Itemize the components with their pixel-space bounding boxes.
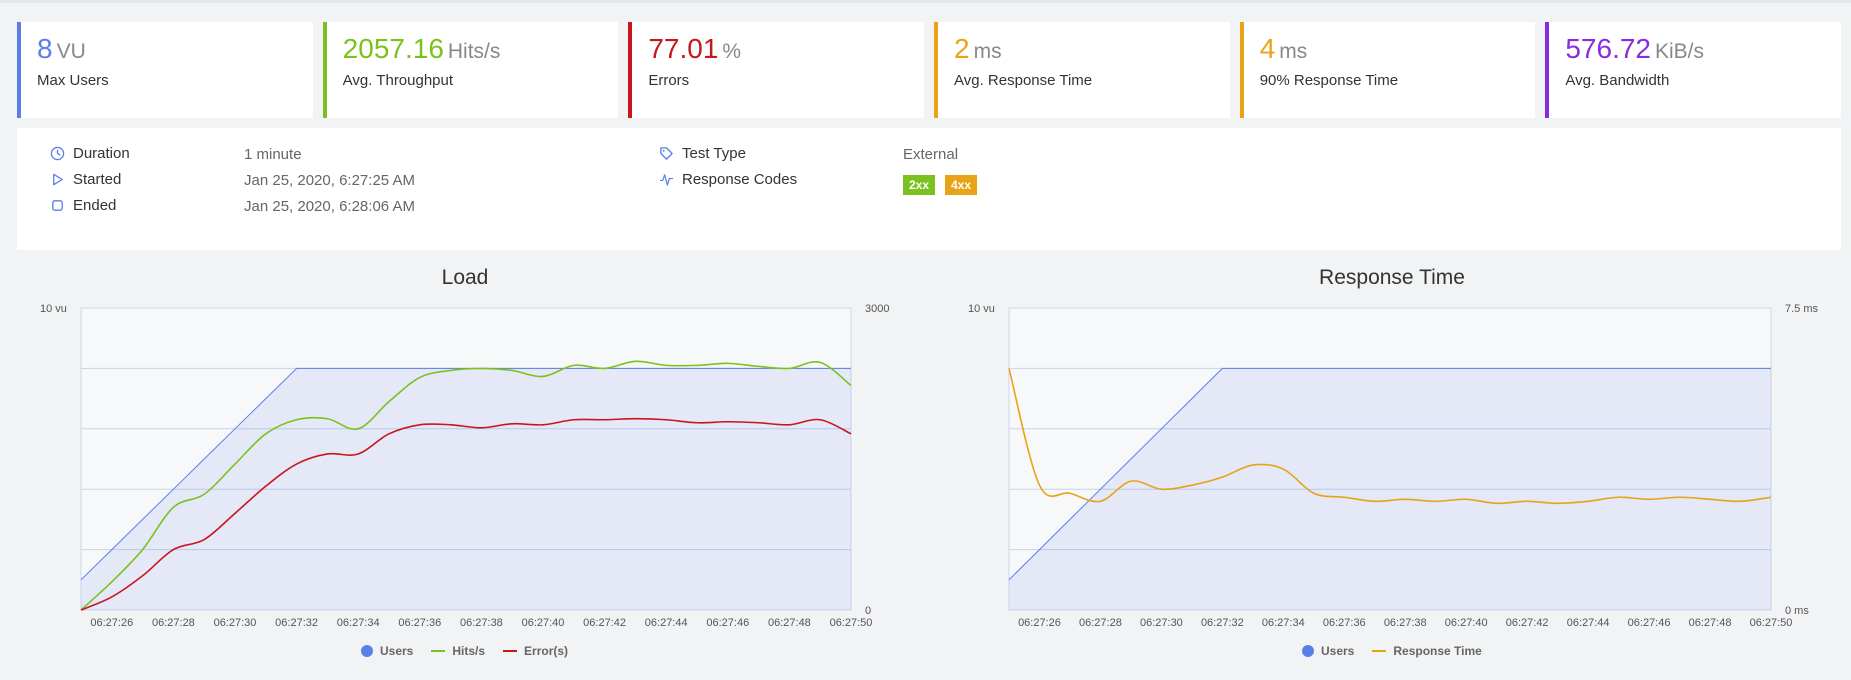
legend-swatch bbox=[503, 650, 518, 652]
y-right-max-label: 7.5 ms bbox=[1785, 303, 1819, 315]
x-tick-label: 06:27:36 bbox=[398, 617, 441, 629]
x-tick-label: 06:27:34 bbox=[337, 617, 380, 629]
x-tick-label: 06:27:30 bbox=[214, 617, 257, 629]
y-right-max-label: 3000 bbox=[865, 303, 889, 315]
x-tick-label: 06:27:42 bbox=[1506, 617, 1549, 629]
x-tick-label: 06:27:44 bbox=[1567, 617, 1610, 629]
legend-item-errors[interactable]: Error(s) bbox=[503, 644, 568, 658]
legend-label: Users bbox=[1321, 644, 1355, 658]
x-tick-label: 06:27:26 bbox=[90, 617, 133, 629]
x-tick-label: 06:27:42 bbox=[583, 617, 626, 629]
legend-label: Error(s) bbox=[524, 644, 569, 658]
x-tick-label: 06:27:28 bbox=[1079, 617, 1122, 629]
response-time-chart: 10 vu 7.5 ms 0 ms 06:27:26 06:27:28 06:27:30 0… bbox=[968, 303, 1819, 629]
legend-item-hits[interactable]: Hits/s bbox=[431, 644, 485, 658]
x-tick-label: 06:27:36 bbox=[1323, 617, 1366, 629]
legend-item-users[interactable]: Users bbox=[361, 644, 413, 658]
x-tick-label: 06:27:48 bbox=[768, 617, 811, 629]
legend-swatch bbox=[361, 645, 373, 657]
legend-label: Response Time bbox=[1393, 644, 1482, 658]
x-tick-label: 06:27:32 bbox=[1201, 617, 1244, 629]
x-tick-label: 06:27:26 bbox=[1018, 617, 1061, 629]
x-tick-label: 06:27:38 bbox=[1384, 617, 1427, 629]
x-tick-label: 06:27:30 bbox=[1140, 617, 1183, 629]
load-chart: 10 vu 3000 0 06:27:26 06:27:28 06:27:30 06:27:… bbox=[40, 303, 889, 629]
y-left-max-label: 10 vu bbox=[968, 303, 995, 315]
legend-label: Hits/s bbox=[452, 644, 486, 658]
x-tick-label: 06:27:46 bbox=[1628, 617, 1671, 629]
legend-swatch bbox=[431, 650, 446, 652]
x-tick-label: 06:27:40 bbox=[1445, 617, 1488, 629]
legend-swatch bbox=[1372, 650, 1387, 652]
x-tick-label: 06:27:50 bbox=[830, 617, 873, 629]
x-tick-label: 06:27:50 bbox=[1750, 617, 1793, 629]
response-time-chart-legend: Users Response Time bbox=[1302, 644, 1500, 658]
legend-item-users[interactable]: Users bbox=[1302, 644, 1354, 658]
legend-swatch bbox=[1302, 645, 1314, 657]
load-chart-legend: Users Hits/s Error(s) bbox=[361, 644, 586, 658]
x-tick-label: 06:27:40 bbox=[522, 617, 565, 629]
x-tick-label: 06:27:28 bbox=[152, 617, 195, 629]
x-tick-label: 06:27:34 bbox=[1262, 617, 1305, 629]
x-tick-label: 06:27:46 bbox=[706, 617, 749, 629]
legend-label: Users bbox=[380, 644, 414, 658]
x-tick-label: 06:27:48 bbox=[1689, 617, 1732, 629]
x-tick-label: 06:27:44 bbox=[645, 617, 688, 629]
y-right-min-label: 0 bbox=[865, 605, 871, 617]
x-tick-label: 06:27:38 bbox=[460, 617, 503, 629]
y-right-min-label: 0 ms bbox=[1785, 605, 1809, 617]
y-left-max-label: 10 vu bbox=[40, 303, 67, 315]
legend-item-response-time[interactable]: Response Time bbox=[1372, 644, 1482, 658]
x-tick-label: 06:27:32 bbox=[275, 617, 318, 629]
